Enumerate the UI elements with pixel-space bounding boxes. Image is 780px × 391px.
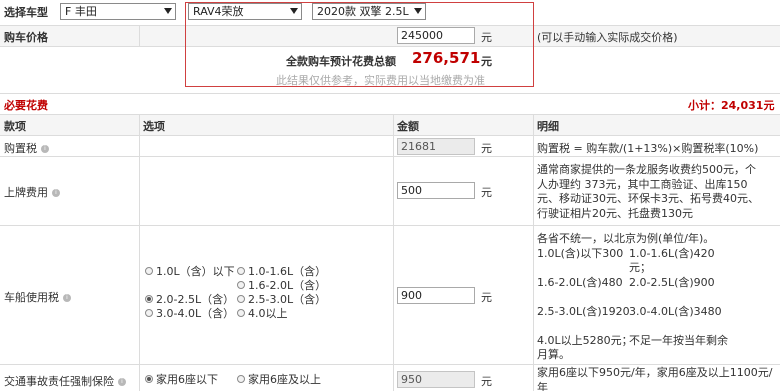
plate-fee-label: 上牌费用 [4,186,48,199]
column-header-item: 款项 [4,120,26,133]
divider [0,135,780,136]
radio-label: 1.0-1.6L（含） [248,265,327,278]
radio-label: 2.5-3.0L（含） [248,293,327,306]
vehicle-tax-options-col1: 1.0L（含）以下 2.0-2.5L（含） 3.0-4.0L（含） [145,265,245,321]
subtotal-value: 24,031元 [721,99,775,112]
detail-line: 4.0L以上5280元； [537,333,633,347]
detail-line: 1.0-1.6L(含)420 [629,246,715,260]
radio-icon[interactable] [145,309,153,317]
radio-option[interactable]: 4.0以上 [237,307,337,321]
radio-icon[interactable] [237,295,245,303]
purchase-tax-unit: 元 [481,142,492,155]
column-divider [533,115,534,391]
divider [0,364,780,365]
subtotal-label: 小计： [688,99,721,112]
detail-line: 月算。 [537,348,570,361]
detail-line: 2.5-3.0L(含)1920 [537,304,630,318]
radio-label: 3.0-4.0L（含） [156,307,235,320]
vehicle-tax-input[interactable]: 900 [397,287,475,304]
vehicle-tax-row: 车船使用税 i [4,289,71,305]
divider [0,156,780,157]
column-header-amount: 金额 [397,120,419,133]
radio-icon[interactable] [237,281,245,289]
price-label: 购车价格 [4,31,48,44]
subtotal: 小计：24,031元 [688,97,774,113]
vehicle-tax-options-col2: 1.0-1.6L（含） 1.6-2.0L（含） 2.5-3.0L（含） 4.0以… [237,265,337,321]
detail-line: 元； [629,261,651,274]
radio-option[interactable]: 1.6-2.0L（含） [237,279,337,293]
purchase-tax-label: 购置税 [4,142,37,155]
select-model-label: 选择车型 [4,6,48,19]
insurance-amount: 950 [397,371,475,388]
detail-line: 3.0-4.0L(含)3480 [629,304,722,318]
plate-fee-unit: 元 [481,186,492,199]
radio-label: 4.0以上 [248,307,288,320]
plate-fee-input[interactable]: 500 [397,182,475,199]
highlight-box [185,2,534,87]
radio-icon[interactable] [237,267,245,275]
radio-option[interactable]: 3.0-4.0L（含） [145,307,245,321]
radio-option[interactable]: 2.0-2.5L（含） [145,293,245,307]
plate-fee-detail: 通常商家提供的一条龙服务收费约500元，个 人办理约 373元，其中工商验证、出… [537,163,777,221]
column-header-detail: 明细 [537,120,559,133]
radio-option[interactable]: 1.0L（含）以下 [145,265,245,279]
divider [0,225,780,226]
radio-selected-icon[interactable] [145,295,153,303]
info-icon[interactable]: i [52,189,60,197]
radio-icon[interactable] [145,267,153,275]
purchase-tax-row: 购置税 i [4,140,49,156]
chevron-down-icon [164,8,172,14]
insurance-label: 交通事故责任强制保险 [4,375,114,388]
detail-line: 人办理约 373元，其中工商验证、出库150 [537,177,748,191]
detail-line: 各省不统一，以北京为例(单位/年)。 [537,232,715,245]
insurance-row: 交通事故责任强制保险 i [4,373,126,389]
insurance-unit: 元 [481,375,492,388]
column-divider [393,115,394,391]
price-hint: (可以手动输入实际成交价格) [537,31,678,44]
detail-line: 2.0-2.5L(含)900 [629,275,715,289]
radio-label: 家用6座及以上 [248,373,321,386]
radio-option[interactable]: 家用6座及以上 [237,373,321,386]
insurance-detail: 家用6座以下950元/年，家用6座及以上1100元/年 [537,366,773,391]
info-icon[interactable]: i [63,294,71,302]
radio-option[interactable]: 家用6座以下 [145,373,218,386]
section-title: 必要花费 [4,99,48,112]
radio-icon[interactable] [237,309,245,317]
table-header [0,115,780,135]
info-icon[interactable]: i [118,378,126,386]
radio-selected-icon[interactable] [145,375,153,383]
radio-label: 1.6-2.0L（含） [248,279,327,292]
column-divider [139,26,140,46]
info-icon[interactable]: i [41,145,49,153]
radio-label: 1.0L（含）以下 [156,265,235,278]
column-header-option: 选项 [143,120,165,133]
radio-option[interactable]: 2.5-3.0L（含） [237,293,337,307]
vehicle-tax-detail: 各省不统一，以北京为例(单位/年)。 1.0L(含)以下300 元； 1.0-1… [537,232,777,363]
detail-line: 行驶证相片20元、托盘费130元 [537,206,693,220]
vehicle-tax-label: 车船使用税 [4,291,59,304]
detail-line: 通常商家提供的一条龙服务收费约500元，个 [537,163,756,176]
purchase-tax-detail: 购置税 = 购车款/(1+13%)×购置税率(10%) [537,142,759,155]
radio-label: 2.0-2.5L（含） [156,293,235,306]
plate-fee-row: 上牌费用 i [4,184,60,200]
brand-select-value: F 丰田 [65,5,97,18]
detail-line: 1.6-2.0L(含)480 [537,275,623,289]
brand-select[interactable]: F 丰田 [60,3,176,20]
radio-option[interactable]: 1.0-1.6L（含） [237,265,337,279]
detail-line: 不足一年按当年剩余 [629,333,728,347]
radio-icon[interactable] [237,375,245,383]
purchase-tax-amount: 21681 [397,138,475,155]
insurance-options: 家用6座以下 家用6座及以上 [145,373,321,387]
detail-line: 元、移动证30元、环保卡3元、拓号费40元、 [537,192,759,205]
divider [0,93,780,94]
detail-line: 1.0L(含)以下300 [537,246,624,260]
vehicle-tax-unit: 元 [481,291,492,304]
column-divider [139,115,140,391]
radio-label: 家用6座以下 [156,373,218,386]
